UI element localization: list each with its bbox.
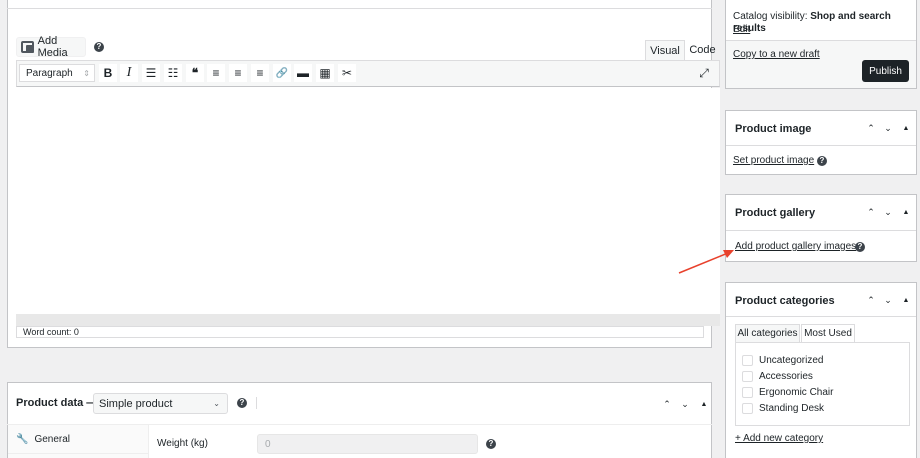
category-label: Standing Desk (759, 403, 825, 414)
product-categories-divider (726, 316, 916, 317)
move-up-icon[interactable]: ⌃ (865, 294, 877, 306)
product-image-divider (726, 145, 916, 146)
numbered-list-icon[interactable]: ☷ (164, 64, 182, 82)
annotation-arrow-icon (678, 250, 734, 274)
tab-general-label: General (34, 433, 71, 445)
list-item[interactable]: Ergonomic Chair (742, 387, 833, 398)
chevron-down-icon: ⌄ (213, 399, 220, 408)
move-down-icon[interactable]: ⌄ (882, 294, 894, 306)
category-checkbox[interactable] (742, 387, 753, 398)
product-type-value: Simple product (99, 397, 173, 410)
toggle-panel-icon[interactable]: ▲ (900, 206, 912, 218)
catalog-visibility-label: Catalog visibility: (733, 11, 808, 22)
weight-label: Weight (kg) (157, 438, 208, 449)
list-item[interactable]: Uncategorized (742, 355, 823, 366)
category-checkbox[interactable] (742, 355, 753, 366)
move-down-icon[interactable]: ⌄ (679, 398, 691, 410)
product-image-title: Product image (735, 123, 812, 135)
toolbar-toggle-icon[interactable]: ▦ (316, 64, 334, 82)
editor-top-divider (7, 8, 712, 9)
editor-help-icon[interactable]: ? (94, 42, 104, 52)
align-right-icon[interactable]: ≡ (251, 64, 269, 82)
move-up-icon[interactable]: ⌃ (661, 398, 673, 410)
list-item[interactable]: Accessories (742, 371, 813, 382)
bold-icon[interactable]: B (99, 64, 117, 82)
category-checkbox[interactable] (742, 371, 753, 382)
toggle-panel-icon[interactable]: ▲ (698, 398, 710, 410)
chevron-down-icon: ⇕ (83, 69, 90, 78)
format-select-value: Paragraph (26, 67, 73, 79)
tab-visual[interactable]: Visual (645, 40, 685, 60)
add-media-button[interactable]: Add Media (16, 35, 86, 59)
copy-draft-link[interactable]: Copy to a new draft (733, 49, 820, 60)
tab-code[interactable]: Code (686, 40, 719, 60)
weight-help-icon[interactable]: ? (486, 439, 496, 449)
product-type-help-icon[interactable]: ? (237, 398, 247, 408)
product-categories-title: Product categories (735, 295, 835, 307)
move-up-icon[interactable]: ⌃ (865, 122, 877, 134)
toggle-panel-icon[interactable]: ▲ (900, 122, 912, 134)
bullet-list-icon[interactable]: ☰ (142, 64, 160, 82)
blockquote-icon[interactable]: ❝ (186, 64, 204, 82)
product-data-title: Product data — (16, 397, 98, 409)
editor-content-area[interactable] (16, 88, 720, 314)
move-up-icon[interactable]: ⌃ (865, 206, 877, 218)
tab-most-used[interactable]: Most Used (801, 324, 855, 342)
align-center-icon[interactable]: ≡ (229, 64, 247, 82)
product-gallery-help-icon[interactable]: ? (855, 242, 865, 252)
move-down-icon[interactable]: ⌄ (882, 206, 894, 218)
edit-catalog-link[interactable]: Edit (733, 24, 750, 35)
add-new-category-link[interactable]: + Add new category (735, 433, 823, 444)
fullscreen-icon[interactable]: ⤢ (695, 64, 713, 82)
link-icon[interactable]: 🔗 (273, 64, 291, 82)
scissors-icon[interactable]: ✂ (338, 64, 356, 82)
move-down-icon[interactable]: ⌄ (882, 122, 894, 134)
toggle-panel-icon[interactable]: ▲ (900, 294, 912, 306)
product-type-select[interactable]: Simple product ⌄ (93, 393, 228, 414)
align-left-icon[interactable]: ≡ (207, 64, 225, 82)
add-media-label: Add Media (37, 35, 68, 59)
tab-general[interactable]: 🔧 General (8, 428, 148, 450)
weight-input[interactable]: 0 (257, 434, 478, 454)
word-count: Word count: 0 (16, 326, 704, 338)
add-gallery-images-link[interactable]: Add product gallery images (735, 241, 856, 252)
paragraph-format-select[interactable]: Paragraph ⇕ (19, 64, 95, 82)
category-label: Ergonomic Chair (759, 387, 834, 398)
italic-icon[interactable]: I (120, 64, 138, 82)
catalog-visibility: Catalog visibility: Shop and search resu… (733, 11, 920, 35)
category-checkbox[interactable] (742, 403, 753, 414)
product-data-separator (256, 397, 257, 409)
add-media-icon (21, 41, 34, 53)
category-label: Uncategorized (759, 355, 824, 366)
tab-all-categories[interactable]: All categories (735, 324, 800, 342)
list-item[interactable]: Standing Desk (742, 403, 824, 414)
publish-button[interactable]: Publish (862, 60, 909, 82)
set-product-image-link[interactable]: Set product image (733, 155, 814, 166)
read-more-icon[interactable]: ▬ (294, 64, 312, 82)
tab-divider (8, 453, 148, 454)
category-label: Accessories (759, 371, 813, 382)
product-gallery-divider (726, 230, 916, 231)
product-gallery-title: Product gallery (735, 207, 816, 219)
product-image-help-icon[interactable]: ? (817, 156, 827, 166)
editor-status-bar (16, 314, 720, 326)
wrench-icon: 🔧 (16, 433, 29, 445)
